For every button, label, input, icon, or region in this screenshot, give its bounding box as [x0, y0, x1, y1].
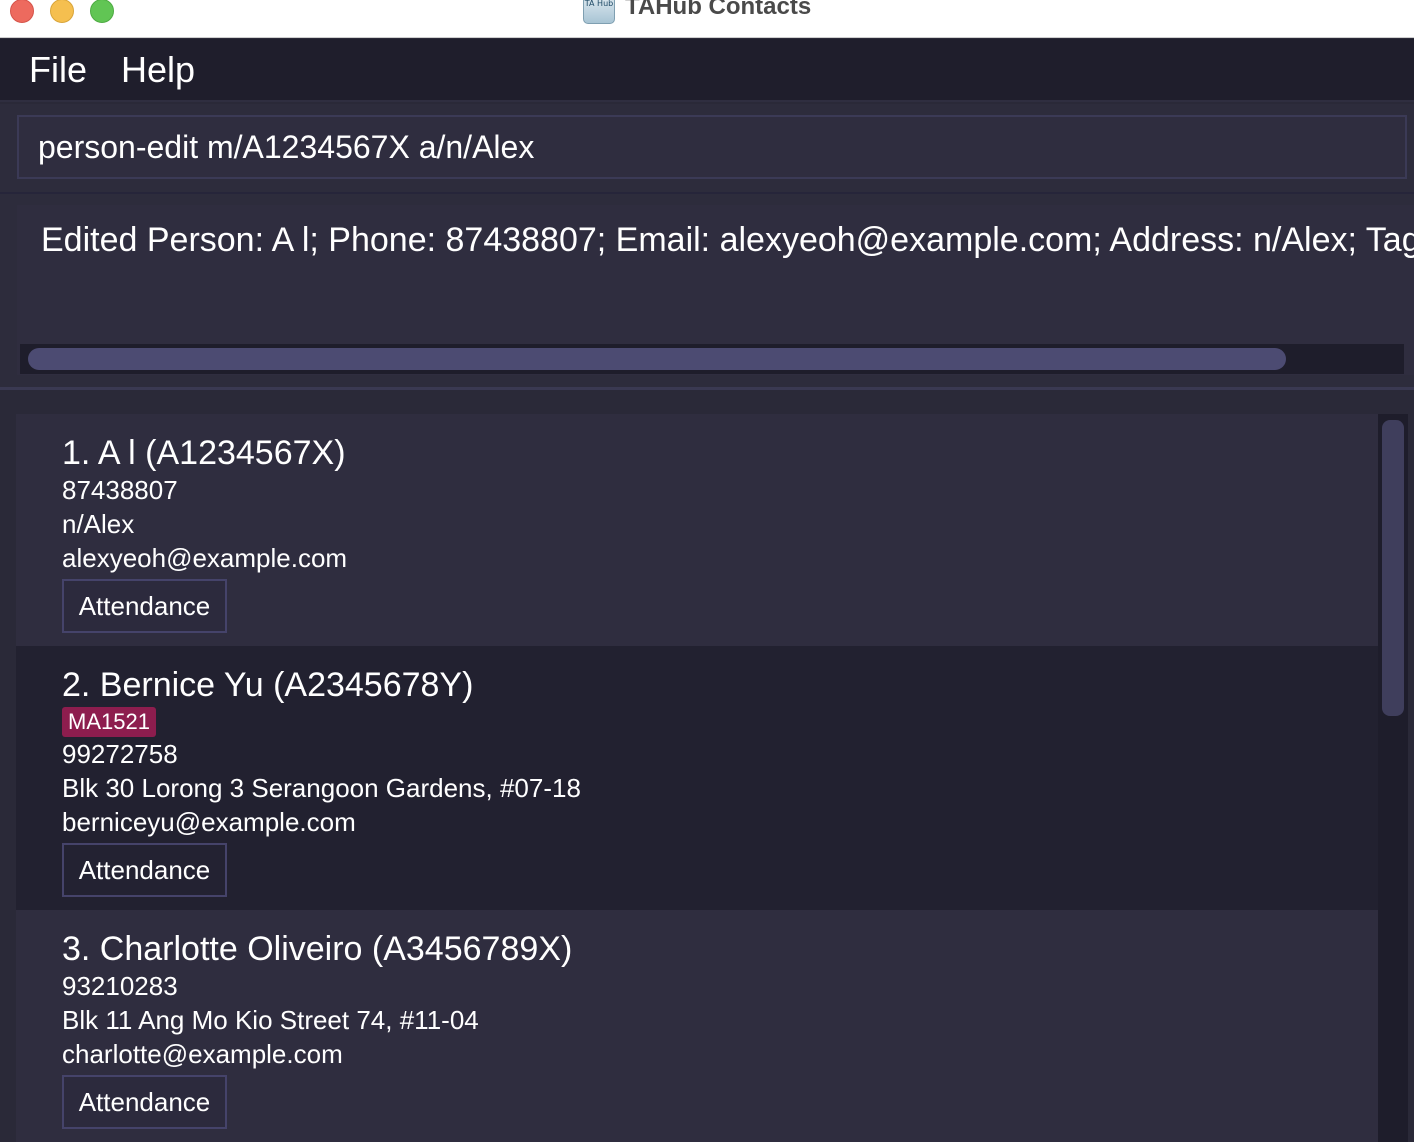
command-input[interactable] [17, 115, 1407, 179]
person-name-id: 3. Charlotte Oliveiro (A3456789X) [62, 930, 573, 968]
title-bar: TA Hub TAHub Contacts [0, 0, 1414, 38]
person-address: Blk 30 Lorong 3 Serangoon Gardens, #07-1… [62, 773, 581, 803]
person-address: Blk 11 Ang Mo Kio Street 74, #11-04 [62, 1005, 479, 1035]
menu-help[interactable]: Help [121, 49, 195, 91]
result-display-panel: Edited Person: A l; Phone: 87438807; Ema… [0, 194, 1414, 390]
person-list-panel: 1. A l (A1234567X) 87438807 n/Alex alexy… [0, 393, 1414, 1142]
result-message: Edited Person: A l; Phone: 87438807; Ema… [41, 221, 1414, 259]
course-tag: MA1521 [62, 707, 156, 737]
person-card[interactable]: 3. Charlotte Oliveiro (A3456789X) 932102… [16, 910, 1378, 1142]
menu-bar: File Help [0, 39, 1414, 102]
app-logo-icon: TA Hub [583, 0, 615, 24]
person-phone: 99272758 [62, 739, 178, 769]
person-name-id: 1. A l (A1234567X) [62, 434, 346, 472]
person-email: alexyeoh@example.com [62, 543, 348, 573]
app-window: TA Hub TAHub Contacts File Help Edited P… [0, 0, 1414, 1142]
attendance-button[interactable]: Attendance [62, 1075, 227, 1129]
person-card[interactable]: 2. Bernice Yu (A2345678Y) MA1521 9927275… [16, 646, 1378, 910]
close-window-button[interactable] [10, 0, 34, 23]
menu-file[interactable]: File [29, 49, 87, 91]
person-card[interactable]: 1. A l (A1234567X) 87438807 n/Alex alexy… [16, 414, 1378, 646]
minimize-window-button[interactable] [50, 0, 74, 23]
person-email: charlotte@example.com [62, 1039, 343, 1069]
person-list-scrollbar[interactable] [1378, 414, 1408, 1142]
result-scrollbar-thumb[interactable] [28, 348, 1286, 370]
person-address: n/Alex [62, 509, 135, 539]
person-email: berniceyu@example.com [62, 807, 356, 837]
attendance-button[interactable]: Attendance [62, 579, 227, 633]
person-list-scrollbar-thumb[interactable] [1382, 420, 1404, 716]
person-name-id: 2. Bernice Yu (A2345678Y) [62, 666, 474, 704]
zoom-window-button[interactable] [90, 0, 114, 23]
result-horizontal-scrollbar[interactable] [20, 344, 1404, 374]
command-box-panel [0, 104, 1414, 194]
person-phone: 87438807 [62, 475, 178, 505]
person-phone: 93210283 [62, 971, 178, 1001]
person-list[interactable]: 1. A l (A1234567X) 87438807 n/Alex alexy… [16, 414, 1378, 1142]
window-title: TAHub Contacts [625, 0, 812, 20]
attendance-button[interactable]: Attendance [62, 843, 227, 897]
